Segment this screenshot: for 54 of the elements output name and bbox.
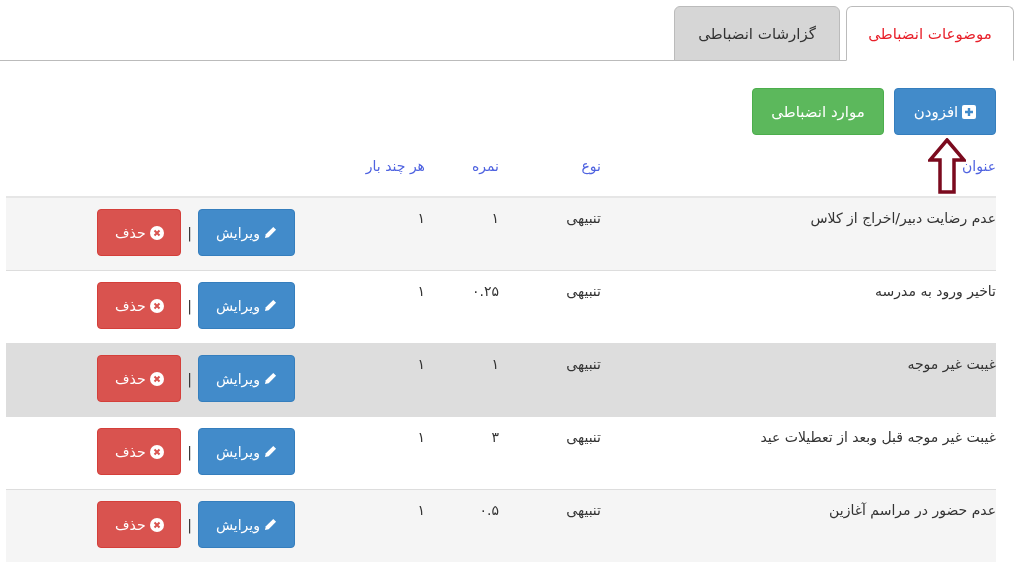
add-button[interactable]: افزودن xyxy=(894,88,996,135)
close-icon xyxy=(149,298,164,313)
table-cell: ۰.۵ xyxy=(479,502,499,518)
separator-text: | xyxy=(186,224,193,241)
table-cell: غیبت غیر موجه xyxy=(907,356,996,372)
separator-text: | xyxy=(186,370,193,387)
table-cell: ۱ xyxy=(417,210,425,226)
edit-button[interactable]: ویرایش xyxy=(198,428,295,475)
tab[interactable]: موضوعات انضباطی xyxy=(846,6,1014,61)
delete-button[interactable]: حذف xyxy=(97,282,182,329)
delete-button[interactable]: حذف xyxy=(97,428,182,475)
column-header-link[interactable]: نوع xyxy=(581,157,601,174)
pencil-icon xyxy=(264,299,277,312)
column-header-link[interactable]: عنوان xyxy=(962,157,996,174)
pencil-icon xyxy=(264,518,277,531)
table-cell: تنبیهی xyxy=(566,210,601,226)
table-cell: ۱ xyxy=(491,210,499,226)
table-cell: عدم رضایت دبیر/اخراج از کلاس xyxy=(810,210,996,226)
delete-button[interactable]: حذف xyxy=(97,501,182,548)
edit-button[interactable]: ویرایش xyxy=(198,501,295,548)
close-icon xyxy=(149,371,164,386)
table-cell: عدم حضور در مراسم آغازین xyxy=(829,502,996,518)
tab[interactable]: گزارشات انضباطی xyxy=(674,6,840,61)
column-header-link[interactable]: نمره xyxy=(471,157,499,174)
edit-button[interactable]: ویرایش xyxy=(198,209,295,256)
table-cell: تاخیر ورود به مدرسه xyxy=(875,283,996,299)
separator-text: | xyxy=(186,443,193,460)
table-cell: ۱ xyxy=(417,502,425,518)
table-cell: ۱ xyxy=(417,356,425,372)
edit-button[interactable]: ویرایش xyxy=(198,355,295,402)
pencil-icon xyxy=(264,226,277,239)
table-cell: ۱ xyxy=(417,283,425,299)
edit-button[interactable]: ویرایش xyxy=(198,282,295,329)
separator-text: | xyxy=(186,297,193,314)
close-icon xyxy=(149,225,164,240)
table-cell: تنبیهی xyxy=(566,283,601,299)
delete-button[interactable]: حذف xyxy=(97,355,182,402)
table-cell: تنبیهی xyxy=(566,502,601,518)
table-cell: ۱ xyxy=(491,356,499,372)
table-cell: غیبت غیر موجه قبل وبعد از تعطیلات عید xyxy=(760,429,996,445)
disciplinary-items-button[interactable]: موارد انضباطی xyxy=(752,88,884,135)
delete-button[interactable]: حذف xyxy=(97,209,182,256)
separator-text: | xyxy=(186,516,193,533)
table-cell: ۱ xyxy=(417,429,425,445)
table-cell: تنبیهی xyxy=(566,356,601,372)
pencil-icon xyxy=(264,372,277,385)
pencil-icon xyxy=(264,445,277,458)
plus-icon xyxy=(962,104,977,119)
close-icon xyxy=(149,444,164,459)
table-cell: ۰.۲۵ xyxy=(472,283,499,299)
table-cell: تنبیهی xyxy=(566,429,601,445)
column-header-link[interactable]: هر چند بار xyxy=(365,157,425,174)
close-icon xyxy=(149,517,164,532)
table-cell: ۳ xyxy=(491,429,499,445)
